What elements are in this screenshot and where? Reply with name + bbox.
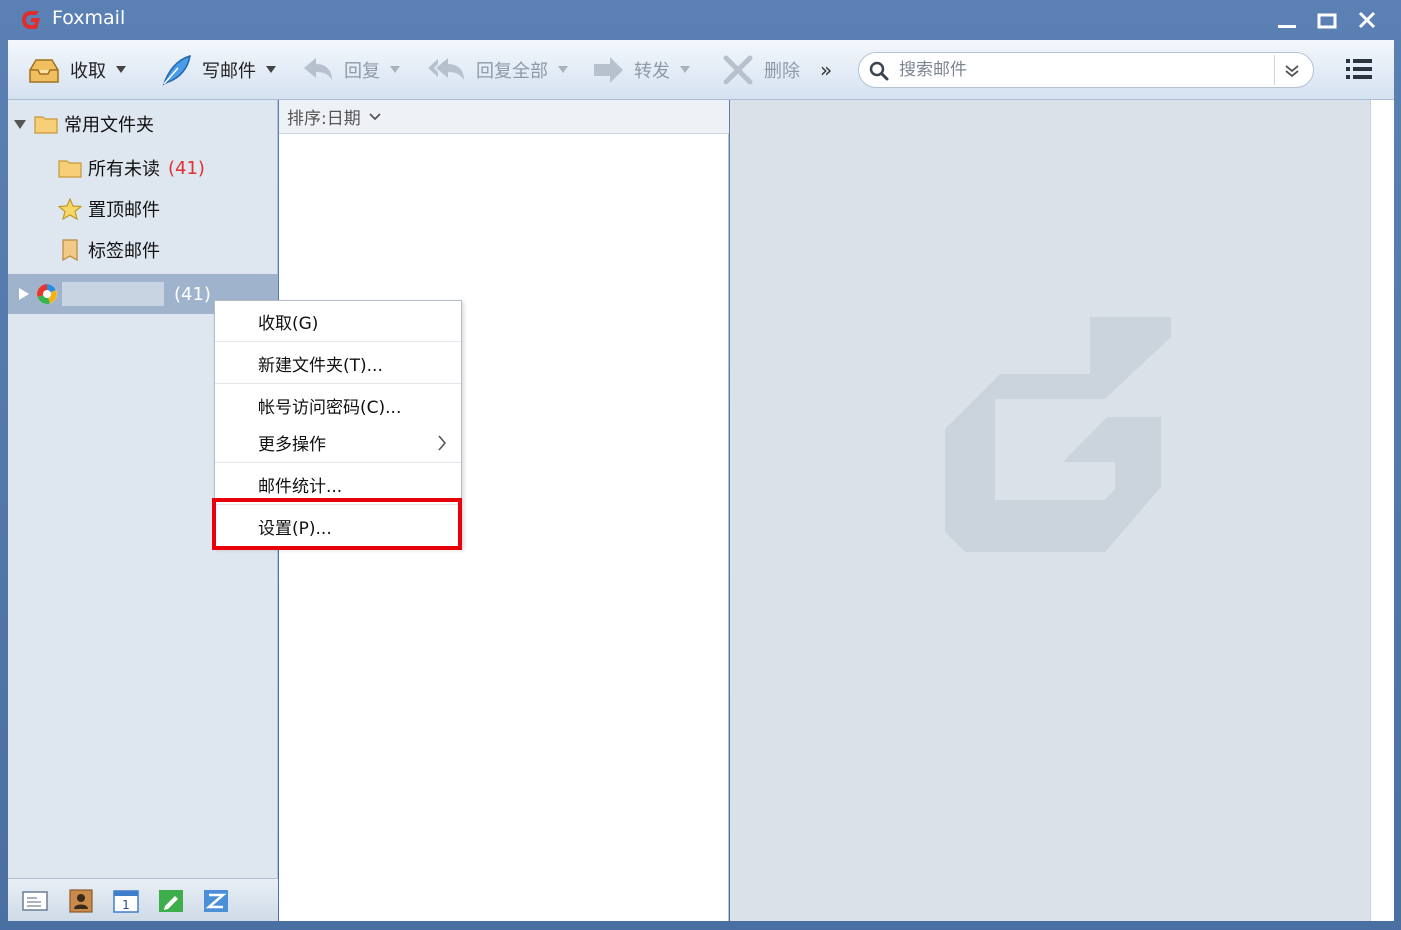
menu-item-mail-stats[interactable]: 邮件统计...	[215, 464, 461, 504]
compose-button[interactable]: 写邮件	[158, 40, 276, 100]
sidebar-item-label: 标签邮件	[88, 241, 160, 262]
sidebar-item-tagged[interactable]: 标签邮件	[8, 230, 278, 270]
compose-caret-icon[interactable]	[266, 66, 276, 74]
main-toolbar: 收取 写邮件 回复 回复全部 转发 删除 » 搜索邮件	[8, 40, 1394, 100]
reply-button[interactable]: 回复	[300, 40, 400, 100]
collapsed-triangle-icon[interactable]	[18, 288, 30, 300]
menu-item-label: 新建文件夹(T)...	[258, 355, 383, 376]
menu-list-icon[interactable]	[1346, 57, 1372, 81]
folder-icon	[58, 160, 82, 178]
reply-caret-icon[interactable]	[390, 66, 400, 74]
mail-module-icon[interactable]	[22, 889, 48, 913]
maximize-button[interactable]	[1312, 6, 1342, 34]
more-tools-label: »	[820, 58, 833, 82]
receive-button[interactable]: 收取	[26, 40, 126, 100]
sidebar-item-pinned[interactable]: 置顶邮件	[8, 189, 278, 229]
search-input[interactable]	[899, 57, 1269, 83]
menu-item-access-password[interactable]: 帐号访问密码(C)...	[215, 385, 461, 425]
account-icon	[37, 284, 57, 304]
account-unread-count: (41)	[174, 283, 211, 305]
delete-label: 删除	[764, 61, 800, 82]
reply-all-label: 回复全部	[476, 61, 548, 82]
menu-separator	[215, 383, 461, 384]
calendar-module-icon[interactable]: 1	[113, 889, 139, 913]
module-switcher-bar: 1	[8, 878, 278, 921]
menu-item-label: 邮件统计...	[258, 476, 343, 497]
menu-item-new-folder[interactable]: 新建文件夹(T)...	[215, 343, 461, 383]
app-title: Foxmail	[52, 7, 126, 29]
tasks-module-icon[interactable]	[203, 889, 229, 913]
menu-separator	[215, 504, 461, 505]
scrollbar-track[interactable]	[1370, 100, 1394, 921]
receive-caret-icon[interactable]	[116, 66, 126, 74]
svg-text:1: 1	[122, 898, 130, 912]
double-chevron-down-icon[interactable]	[1283, 62, 1301, 80]
menu-item-receive[interactable]: 收取(G)	[215, 301, 461, 341]
menu-item-settings[interactable]: 设置(P)...	[215, 506, 461, 546]
minimize-icon	[1278, 25, 1296, 28]
account-context-menu: 收取(G) 新建文件夹(T)... 帐号访问密码(C)... 更多操作 邮件统计…	[214, 300, 462, 548]
sidebar-item-label: 所有未读	[88, 159, 160, 180]
sidebar-item-label: 置顶邮件	[88, 200, 160, 221]
reply-all-caret-icon[interactable]	[558, 66, 568, 74]
delete-cross-icon	[723, 55, 753, 85]
menu-item-label: 帐号访问密码(C)...	[258, 397, 402, 418]
menu-item-label: 更多操作	[258, 434, 326, 455]
favorites-group-label: 常用文件夹	[64, 115, 154, 136]
search-box[interactable]	[858, 52, 1314, 88]
feather-pen-icon	[162, 54, 191, 86]
sort-label: 排序:日期	[287, 109, 361, 129]
menu-item-label: 收取(G)	[258, 313, 319, 334]
menu-item-label: 设置(P)...	[258, 518, 332, 539]
reply-label: 回复	[344, 61, 380, 82]
reply-arrow-icon	[304, 58, 332, 80]
expanded-triangle-icon[interactable]	[14, 118, 26, 130]
foxmail-window: Foxmail 收取 写邮件 回复 回复全部 转发 删除 » 搜索邮件 常用文件…	[0, 0, 1401, 930]
receive-label: 收取	[70, 61, 106, 82]
delete-button[interactable]: 删除	[720, 40, 800, 100]
sort-selector[interactable]: 排序:日期	[279, 100, 729, 134]
star-icon	[58, 198, 82, 220]
minimize-button[interactable]	[1272, 6, 1302, 34]
unread-count-badge: (41)	[168, 157, 205, 179]
compose-label: 写邮件	[202, 61, 256, 82]
folder-icon	[34, 116, 58, 134]
foxmail-logo-icon	[22, 11, 40, 29]
title-bar: Foxmail	[0, 0, 1401, 40]
notes-module-icon[interactable]	[158, 889, 184, 913]
forward-arrow-icon	[594, 57, 623, 83]
sidebar-item-all-unread[interactable]: 所有未读 (41)	[8, 148, 278, 188]
search-divider	[1274, 55, 1275, 85]
close-button[interactable]	[1352, 6, 1382, 34]
tag-icon	[62, 239, 78, 261]
account-name	[62, 282, 164, 306]
menu-separator	[215, 462, 461, 463]
more-tools-button[interactable]: »	[820, 40, 832, 100]
maximize-icon	[1317, 13, 1337, 29]
menu-separator	[215, 341, 461, 342]
foxmail-watermark-icon	[945, 317, 1171, 552]
reply-all-button[interactable]: 回复全部	[426, 40, 568, 100]
chevron-right-icon	[438, 435, 447, 451]
reply-all-arrow-icon	[428, 58, 464, 80]
forward-caret-icon[interactable]	[680, 66, 690, 74]
menu-item-more-actions[interactable]: 更多操作	[215, 422, 461, 462]
close-icon	[1358, 11, 1376, 29]
search-icon	[869, 61, 889, 81]
forward-button[interactable]: 转发	[590, 40, 690, 100]
favorites-group[interactable]: 常用文件夹	[8, 104, 278, 144]
chevron-down-icon	[369, 112, 381, 120]
contacts-module-icon[interactable]	[68, 889, 94, 913]
reading-pane	[730, 100, 1370, 921]
inbox-tray-icon	[29, 59, 59, 83]
forward-label: 转发	[634, 61, 670, 82]
